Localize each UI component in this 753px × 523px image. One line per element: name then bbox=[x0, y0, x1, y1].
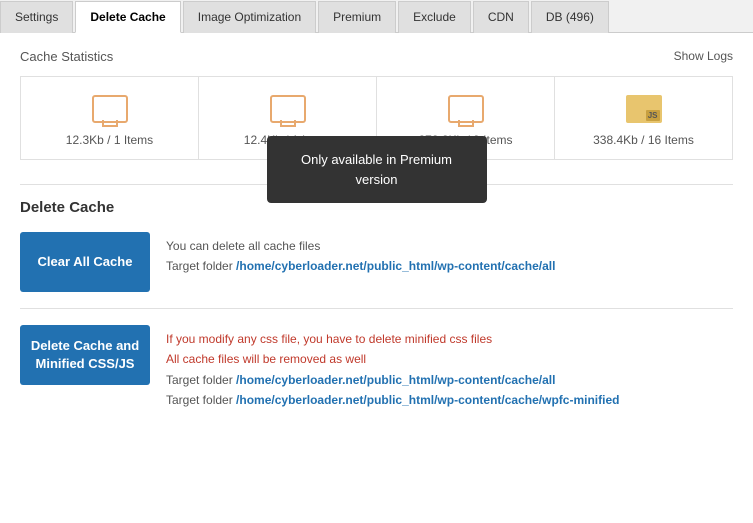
delete-css-row: Delete Cache andMinified CSS/JS If you m… bbox=[20, 325, 733, 411]
divider bbox=[20, 308, 733, 309]
premium-tooltip: Only available in Premium version bbox=[267, 136, 487, 203]
delete-cache-section: Delete Cache Clear All Cache You can del… bbox=[20, 184, 733, 411]
stat-value-1: 12.3Kb / 1 Items bbox=[31, 133, 188, 147]
delete-css-path2-label: Target folder bbox=[166, 393, 236, 407]
delete-css-warning2: All cache files will be removed as well bbox=[166, 349, 733, 369]
tab-cdn[interactable]: CDN bbox=[473, 1, 529, 33]
clear-all-cache-info: You can delete all cache files Target fo… bbox=[166, 232, 733, 277]
tab-bar: Settings Delete Cache Image Optimization… bbox=[0, 0, 753, 33]
delete-css-info: If you modify any css file, you have to … bbox=[166, 325, 733, 411]
delete-css-path1: Target folder /home/cyberloader.net/publ… bbox=[166, 370, 733, 390]
show-logs-link[interactable]: Show Logs bbox=[674, 49, 733, 63]
delete-css-path1-label: Target folder bbox=[166, 373, 236, 387]
stat-card-4: 338.4Kb / 16 Items bbox=[555, 76, 733, 160]
delete-css-path2-value: /home/cyberloader.net/public_html/wp-con… bbox=[236, 393, 619, 407]
tab-db[interactable]: DB (496) bbox=[531, 1, 609, 33]
clear-all-path-label: Target folder bbox=[166, 259, 236, 273]
delete-css-button-label: Delete Cache andMinified CSS/JS bbox=[31, 337, 139, 373]
clear-all-cache-row: Clear All Cache You can delete all cache… bbox=[20, 232, 733, 292]
main-content: Show Logs Cache Statistics 12.3Kb / 1 It… bbox=[0, 33, 753, 523]
clear-all-desc: You can delete all cache files bbox=[166, 236, 733, 256]
js-icon bbox=[624, 93, 664, 125]
stat-value-4: 338.4Kb / 16 Items bbox=[565, 133, 722, 147]
cache-statistics-title: Cache Statistics bbox=[20, 49, 733, 64]
delete-css-warning1: If you modify any css file, you have to … bbox=[166, 329, 733, 349]
tab-settings[interactable]: Settings bbox=[0, 1, 73, 33]
monitor-icon-2 bbox=[268, 93, 308, 125]
clear-all-path-value: /home/cyberloader.net/public_html/wp-con… bbox=[236, 259, 555, 273]
tab-premium[interactable]: Premium bbox=[318, 1, 396, 33]
clear-all-cache-button[interactable]: Clear All Cache bbox=[20, 232, 150, 292]
tab-image-optimization[interactable]: Image Optimization bbox=[183, 1, 316, 33]
monitor-icon-1 bbox=[90, 93, 130, 125]
tab-delete-cache[interactable]: Delete Cache bbox=[75, 1, 180, 33]
delete-css-path2: Target folder /home/cyberloader.net/publ… bbox=[166, 390, 733, 410]
delete-css-button[interactable]: Delete Cache andMinified CSS/JS bbox=[20, 325, 150, 385]
stat-card-1: 12.3Kb / 1 Items bbox=[20, 76, 199, 160]
clear-all-path: Target folder /home/cyberloader.net/publ… bbox=[166, 256, 733, 276]
tab-exclude[interactable]: Exclude bbox=[398, 1, 471, 33]
stats-row: 12.3Kb / 1 Items 12.4Kb / 1 Items 278.2K… bbox=[20, 76, 733, 160]
delete-css-path1-value: /home/cyberloader.net/public_html/wp-con… bbox=[236, 373, 555, 387]
monitor-icon-3 bbox=[446, 93, 486, 125]
